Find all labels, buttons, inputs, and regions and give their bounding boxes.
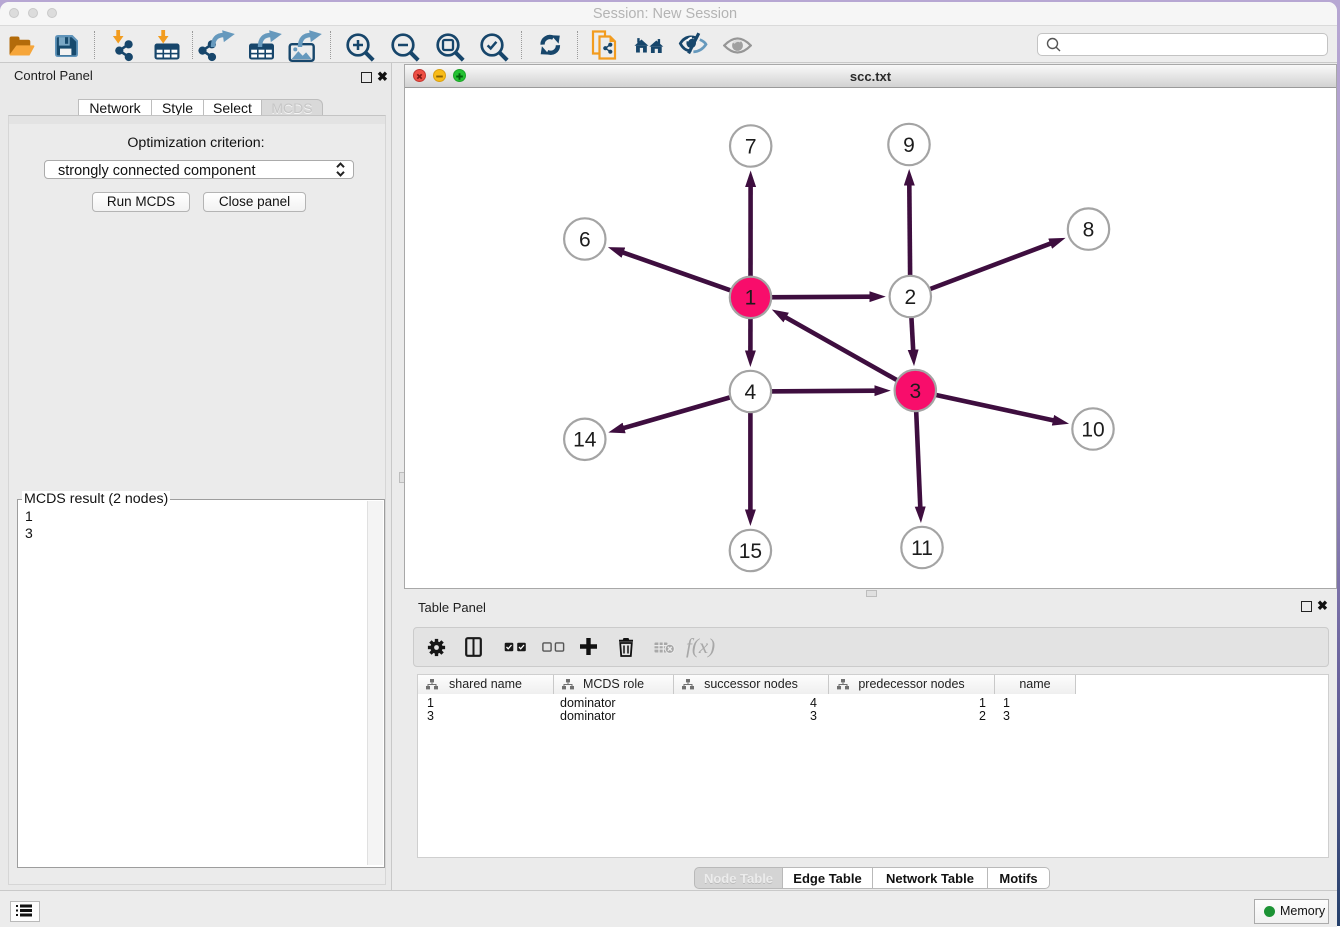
svg-text:1: 1 [745, 287, 757, 310]
svg-text:10: 10 [1081, 418, 1104, 441]
svg-text:3: 3 [909, 380, 921, 403]
svg-text:4: 4 [745, 381, 757, 404]
svg-text:15: 15 [739, 540, 762, 563]
svg-text:2: 2 [904, 286, 916, 309]
svg-text:14: 14 [573, 429, 597, 452]
svg-text:9: 9 [903, 134, 915, 157]
svg-text:11: 11 [911, 537, 933, 560]
svg-text:7: 7 [745, 135, 757, 158]
svg-text:8: 8 [1083, 218, 1095, 241]
svg-text:6: 6 [579, 228, 591, 251]
